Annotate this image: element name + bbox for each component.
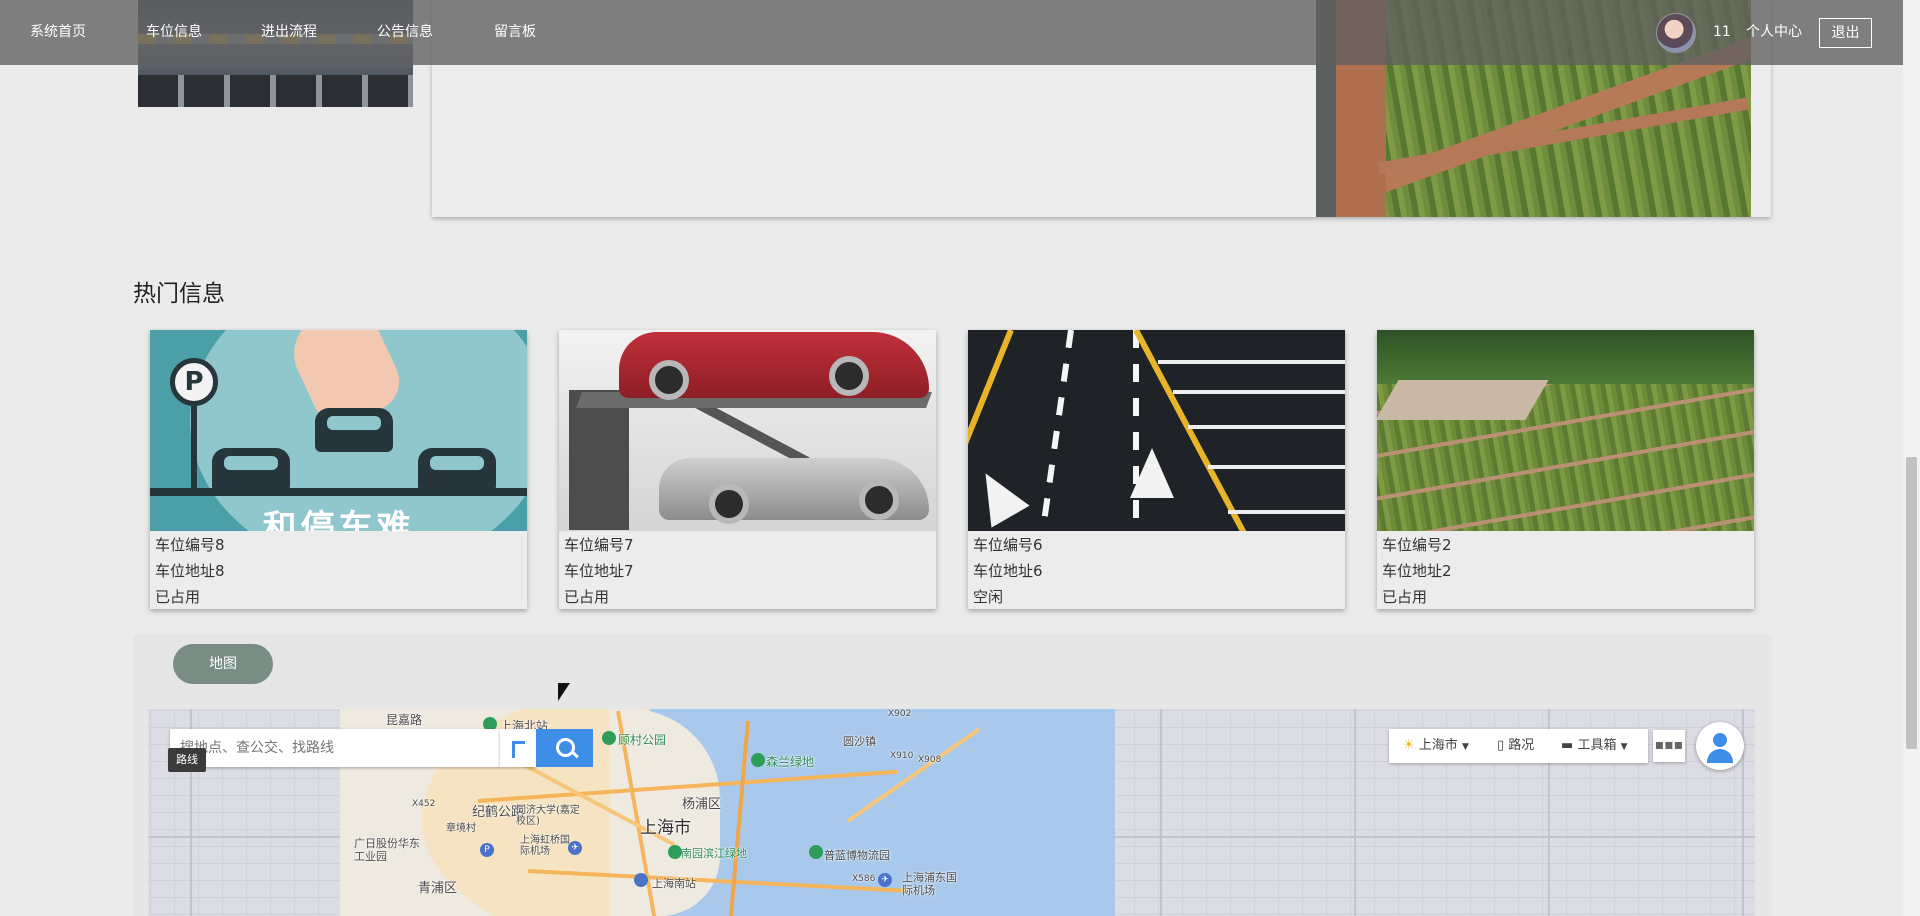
map-label: X902 xyxy=(888,709,912,719)
map-label: X452 xyxy=(412,799,436,809)
card-code: 车位编号6 xyxy=(973,536,1043,554)
map-label: 森兰绿地 xyxy=(766,755,815,769)
poi-marker-icon[interactable] xyxy=(602,731,616,745)
card-address: 车位地址7 xyxy=(564,562,634,580)
map-label: 上海浦东国际机场 xyxy=(902,871,957,897)
card-status: 空闲 xyxy=(973,588,1004,606)
nav-parking-info[interactable]: 车位信息 xyxy=(146,0,202,65)
city-selector[interactable]: ☀ 上海市 ▼ xyxy=(1403,729,1469,763)
city-label: 上海市 xyxy=(1418,738,1458,753)
map-label: 上海南站 xyxy=(652,877,696,890)
map-tab[interactable]: 地图 xyxy=(173,644,273,684)
parking-sign-icon: P xyxy=(170,358,218,406)
parking-card[interactable]: 车位编号6 车位地址6 空闲 xyxy=(968,330,1345,609)
map-label: 杨浦区 xyxy=(682,797,722,812)
avatar[interactable] xyxy=(1656,13,1696,53)
nav-entry-exit-process[interactable]: 进出流程 xyxy=(261,0,317,65)
traffic-toggle[interactable]: ▯ 路况 xyxy=(1497,729,1534,763)
airport-icon[interactable]: ✈ xyxy=(568,841,582,855)
airport-icon[interactable]: ✈ xyxy=(878,873,892,887)
toolbox-menu[interactable]: ▬ 工具箱 ▼ xyxy=(1561,729,1628,763)
toolbox-icon: ▬ xyxy=(1561,738,1574,753)
user-location-icon[interactable] xyxy=(1696,722,1744,770)
map-label: 昆嘉路 xyxy=(386,713,423,727)
card-code: 车位编号7 xyxy=(564,536,634,554)
map-label: X908 xyxy=(918,755,942,765)
message-icon[interactable]: ▪▪▪ xyxy=(1653,730,1685,762)
parking-poi-icon[interactable]: P xyxy=(480,843,494,857)
grass-parking-image xyxy=(1377,330,1754,531)
card-status: 已占用 xyxy=(155,588,201,606)
card-code: 车位编号2 xyxy=(1382,536,1452,554)
profile-link[interactable]: 个人中心 xyxy=(1746,0,1802,65)
map-search-input[interactable] xyxy=(180,729,480,767)
parking-card[interactable]: 车位编号7 车位地址7 已占用 xyxy=(559,330,936,609)
nav-home[interactable]: 系统首页 xyxy=(30,0,86,65)
map-label: 青浦区 xyxy=(418,881,458,896)
nav-message-board[interactable]: 留言板 xyxy=(494,0,536,65)
mouse-cursor-icon xyxy=(558,683,570,701)
map-search-box xyxy=(170,729,500,767)
toolbox-label: 工具箱 xyxy=(1577,738,1617,753)
username: 11 xyxy=(1713,24,1731,40)
parking-illustration-text: 和停车难 xyxy=(262,508,415,531)
card-address: 车位地址2 xyxy=(1382,562,1452,580)
top-navbar: 系统首页 车位信息 进出流程 公告信息 留言板 11 个人中心 退出 xyxy=(0,0,1905,65)
road-markings-image xyxy=(968,330,1345,531)
search-icon[interactable] xyxy=(536,729,593,767)
card-status: 已占用 xyxy=(1382,588,1428,606)
card-code: 车位编号8 xyxy=(155,536,225,554)
map-label: 顾村公园 xyxy=(618,733,667,747)
station-icon[interactable] xyxy=(634,873,648,887)
map-label: 广日股份华东工业园 xyxy=(354,837,420,863)
poi-marker-icon[interactable] xyxy=(751,753,765,767)
card-address: 车位地址8 xyxy=(155,562,225,580)
chevron-down-icon: ▼ xyxy=(1461,742,1469,752)
nav-announcements[interactable]: 公告信息 xyxy=(377,0,433,65)
map-label: X586 xyxy=(852,874,876,884)
chevron-down-icon: ▼ xyxy=(1620,742,1628,752)
route-tooltip: 路线 xyxy=(168,748,206,772)
map-label: 南园滨江绿地 xyxy=(681,847,747,860)
parking-card[interactable]: 车位编号2 车位地址2 已占用 xyxy=(1377,330,1754,609)
sun-icon: ☀ xyxy=(1403,738,1415,753)
map-toolbar: ☀ 上海市 ▼ ▯ 路况 ▬ 工具箱 ▼ xyxy=(1389,729,1648,763)
card-status: 已占用 xyxy=(564,588,610,606)
map-label: 圆沙镇 xyxy=(843,735,876,748)
route-icon[interactable] xyxy=(500,729,536,767)
traffic-light-icon: ▯ xyxy=(1497,738,1505,753)
card-address: 车位地址6 xyxy=(973,562,1043,580)
section-title-hot: 热门信息 xyxy=(133,281,225,307)
scrollbar-thumb[interactable] xyxy=(1906,457,1917,749)
traffic-label: 路况 xyxy=(1508,738,1535,753)
parking-card[interactable]: P 和停车难 车位编号8 车位地址8 已占用 xyxy=(150,330,527,609)
map-label-city: 上海市 xyxy=(640,818,691,838)
map-label: 章境村 xyxy=(446,823,476,834)
map-label: 同济大学(嘉定校区) xyxy=(516,805,580,827)
map-label: X910 xyxy=(890,751,914,761)
poi-marker-icon[interactable] xyxy=(809,845,823,859)
logout-button[interactable]: 退出 xyxy=(1819,18,1872,48)
car-lift-image xyxy=(559,330,936,531)
parking-illustration-image: P 和停车难 xyxy=(150,330,527,531)
poi-marker-icon[interactable] xyxy=(668,845,682,859)
map-label: 普蓝博物流园 xyxy=(824,849,890,862)
